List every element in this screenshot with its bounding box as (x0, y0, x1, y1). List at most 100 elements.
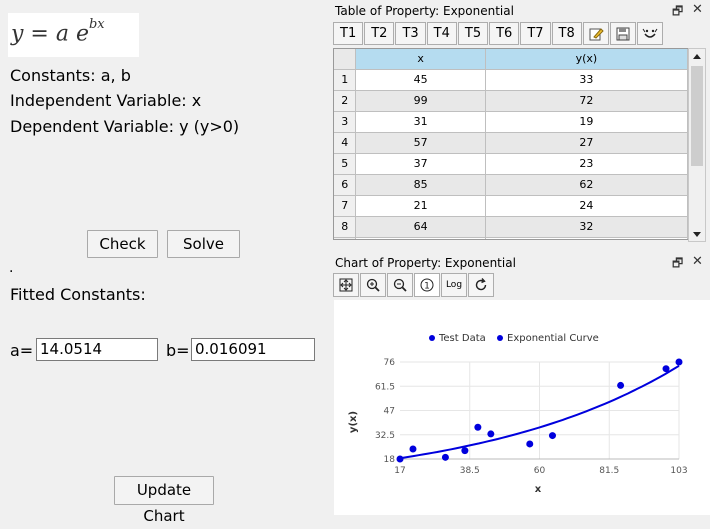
cell-x[interactable]: 64 (355, 216, 486, 238)
legend-test-data-marker (429, 335, 435, 341)
data-point (662, 365, 670, 373)
restore-icon[interactable]: 🗗 (672, 254, 683, 275)
tab-t1[interactable]: T1 (333, 22, 364, 45)
cell-x[interactable]: 57 (355, 132, 486, 154)
x-tick-label: 103 (670, 466, 687, 476)
equation-base: y = a e (11, 21, 89, 47)
x-tick-label: 17 (394, 466, 405, 476)
data-point (474, 423, 482, 431)
y-tick-label: 18 (384, 455, 396, 465)
a-value-field[interactable]: 14.0514 (36, 338, 158, 361)
y-tick-label: 47 (384, 407, 395, 417)
equation: y = a ebx (11, 17, 105, 47)
row-number[interactable]: 2 (334, 90, 357, 112)
b-label: b= (166, 341, 190, 360)
cell-y[interactable]: 32 (485, 216, 688, 238)
info-icon-label: 1 (424, 282, 430, 292)
data-point (675, 358, 683, 366)
legend-curve-marker (497, 335, 503, 341)
tab-t6[interactable]: T6 (489, 22, 520, 45)
table-scrollbar[interactable] (688, 48, 706, 242)
tab-t7[interactable]: T7 (520, 22, 551, 45)
table-row: 4 57 27 (334, 132, 688, 154)
cell-y[interactable]: 18 (485, 237, 688, 239)
cell-y[interactable]: 27 (485, 132, 688, 154)
cell-x[interactable]: 99 (355, 90, 486, 112)
row-number[interactable]: 7 (334, 195, 357, 217)
refresh-icon[interactable] (468, 273, 494, 297)
check-button[interactable]: Check (87, 230, 158, 258)
cell-x[interactable]: 85 (355, 174, 486, 196)
row-number[interactable]: 9 (334, 237, 357, 239)
tab-t4[interactable]: T4 (426, 22, 457, 45)
b-value-field[interactable]: 0.016091 (191, 338, 315, 361)
column-header-x[interactable]: x (355, 49, 486, 70)
tab-t2[interactable]: T2 (364, 22, 395, 45)
data-point (409, 445, 417, 453)
table-row: 7 21 24 (334, 195, 688, 217)
table-tabs: T1 T2 T3 T4 T5 T6 T7 T8 (333, 22, 664, 45)
zoom-in-icon[interactable] (360, 273, 386, 297)
table-row: 8 64 32 (334, 216, 688, 238)
dependent-variable-text: Dependent Variable: y (y>0) (10, 117, 240, 136)
close-icon[interactable]: ✕ (692, 253, 703, 269)
row-number[interactable]: 5 (334, 153, 357, 175)
cell-y[interactable]: 62 (485, 174, 688, 196)
update-chart-button[interactable]: Update Chart (114, 476, 214, 525)
solve-button[interactable]: Solve (167, 230, 240, 258)
table-row: 5 37 23 (334, 153, 688, 175)
row-number[interactable]: 6 (334, 174, 357, 196)
equation-box: y = a ebx (8, 13, 139, 57)
chart-toolbar: 1 Log (333, 273, 495, 297)
legend-test-data: Test Data (438, 333, 486, 344)
save-icon[interactable] (609, 22, 636, 45)
chart-panel-title: Chart of Property: Exponential (335, 256, 516, 270)
info-icon[interactable]: 1 (414, 273, 440, 297)
close-icon[interactable]: ✕ (692, 1, 703, 17)
x-tick-label: 81.5 (599, 466, 619, 476)
row-number[interactable]: 1 (334, 69, 357, 91)
cell-x[interactable]: 21 (355, 195, 486, 217)
column-header-y[interactable]: y(x) (485, 49, 688, 70)
tab-t8[interactable]: T8 (551, 22, 582, 45)
log-button[interactable]: Log (441, 273, 467, 297)
x-tick-label: 60 (534, 466, 546, 476)
cell-y[interactable]: 33 (485, 69, 688, 91)
data-point (441, 453, 449, 461)
fit-icon[interactable] (333, 273, 359, 297)
cell-y[interactable]: 19 (485, 111, 688, 133)
zoom-out-icon[interactable] (387, 273, 413, 297)
restore-icon[interactable]: 🗗 (672, 2, 683, 23)
x-tick-label: 38.5 (460, 466, 480, 476)
chart-area: Test Data Exponential Curve y(x) x 18 32.… (334, 300, 710, 515)
edit-icon[interactable] (582, 22, 609, 45)
fitted-constants-label: Fitted Constants: (10, 285, 146, 304)
cell-x[interactable]: 37 (355, 153, 486, 175)
cell-y[interactable]: 24 (485, 195, 688, 217)
tab-t3[interactable]: T3 (395, 22, 426, 45)
row-number[interactable]: 8 (334, 216, 357, 238)
plot-area: 18 32.5 47 61.5 76 17 38.5 60 81.5 103 (375, 358, 688, 476)
row-number[interactable]: 4 (334, 132, 357, 154)
cell-x[interactable]: 31 (355, 111, 486, 133)
independent-variable-text: Independent Variable: x (10, 91, 202, 110)
table-row: 91718 (334, 237, 688, 239)
cell-x[interactable]: 45 (355, 69, 486, 91)
data-point (461, 447, 469, 455)
y-tick-label: 32.5 (375, 431, 395, 441)
cell-y[interactable]: 72 (485, 90, 688, 112)
chart-panel: Chart of Property: Exponential 🗗 ✕ 1 Log… (332, 252, 710, 519)
row-number[interactable]: 3 (334, 111, 357, 133)
data-point (617, 381, 625, 389)
equation-exponent: bx (88, 17, 105, 32)
smile-icon[interactable] (636, 22, 663, 45)
table-panel-title: Table of Property: Exponential (335, 4, 514, 18)
data-point (396, 455, 404, 463)
cell-y[interactable]: 23 (485, 153, 688, 175)
legend-curve: Exponential Curve (507, 333, 599, 344)
cell-x[interactable]: 17 (355, 237, 486, 239)
tab-t5[interactable]: T5 (457, 22, 489, 45)
table-row: 1 45 33 (334, 69, 688, 91)
table-row: 3 31 19 (334, 111, 688, 133)
table-corner (334, 49, 357, 70)
